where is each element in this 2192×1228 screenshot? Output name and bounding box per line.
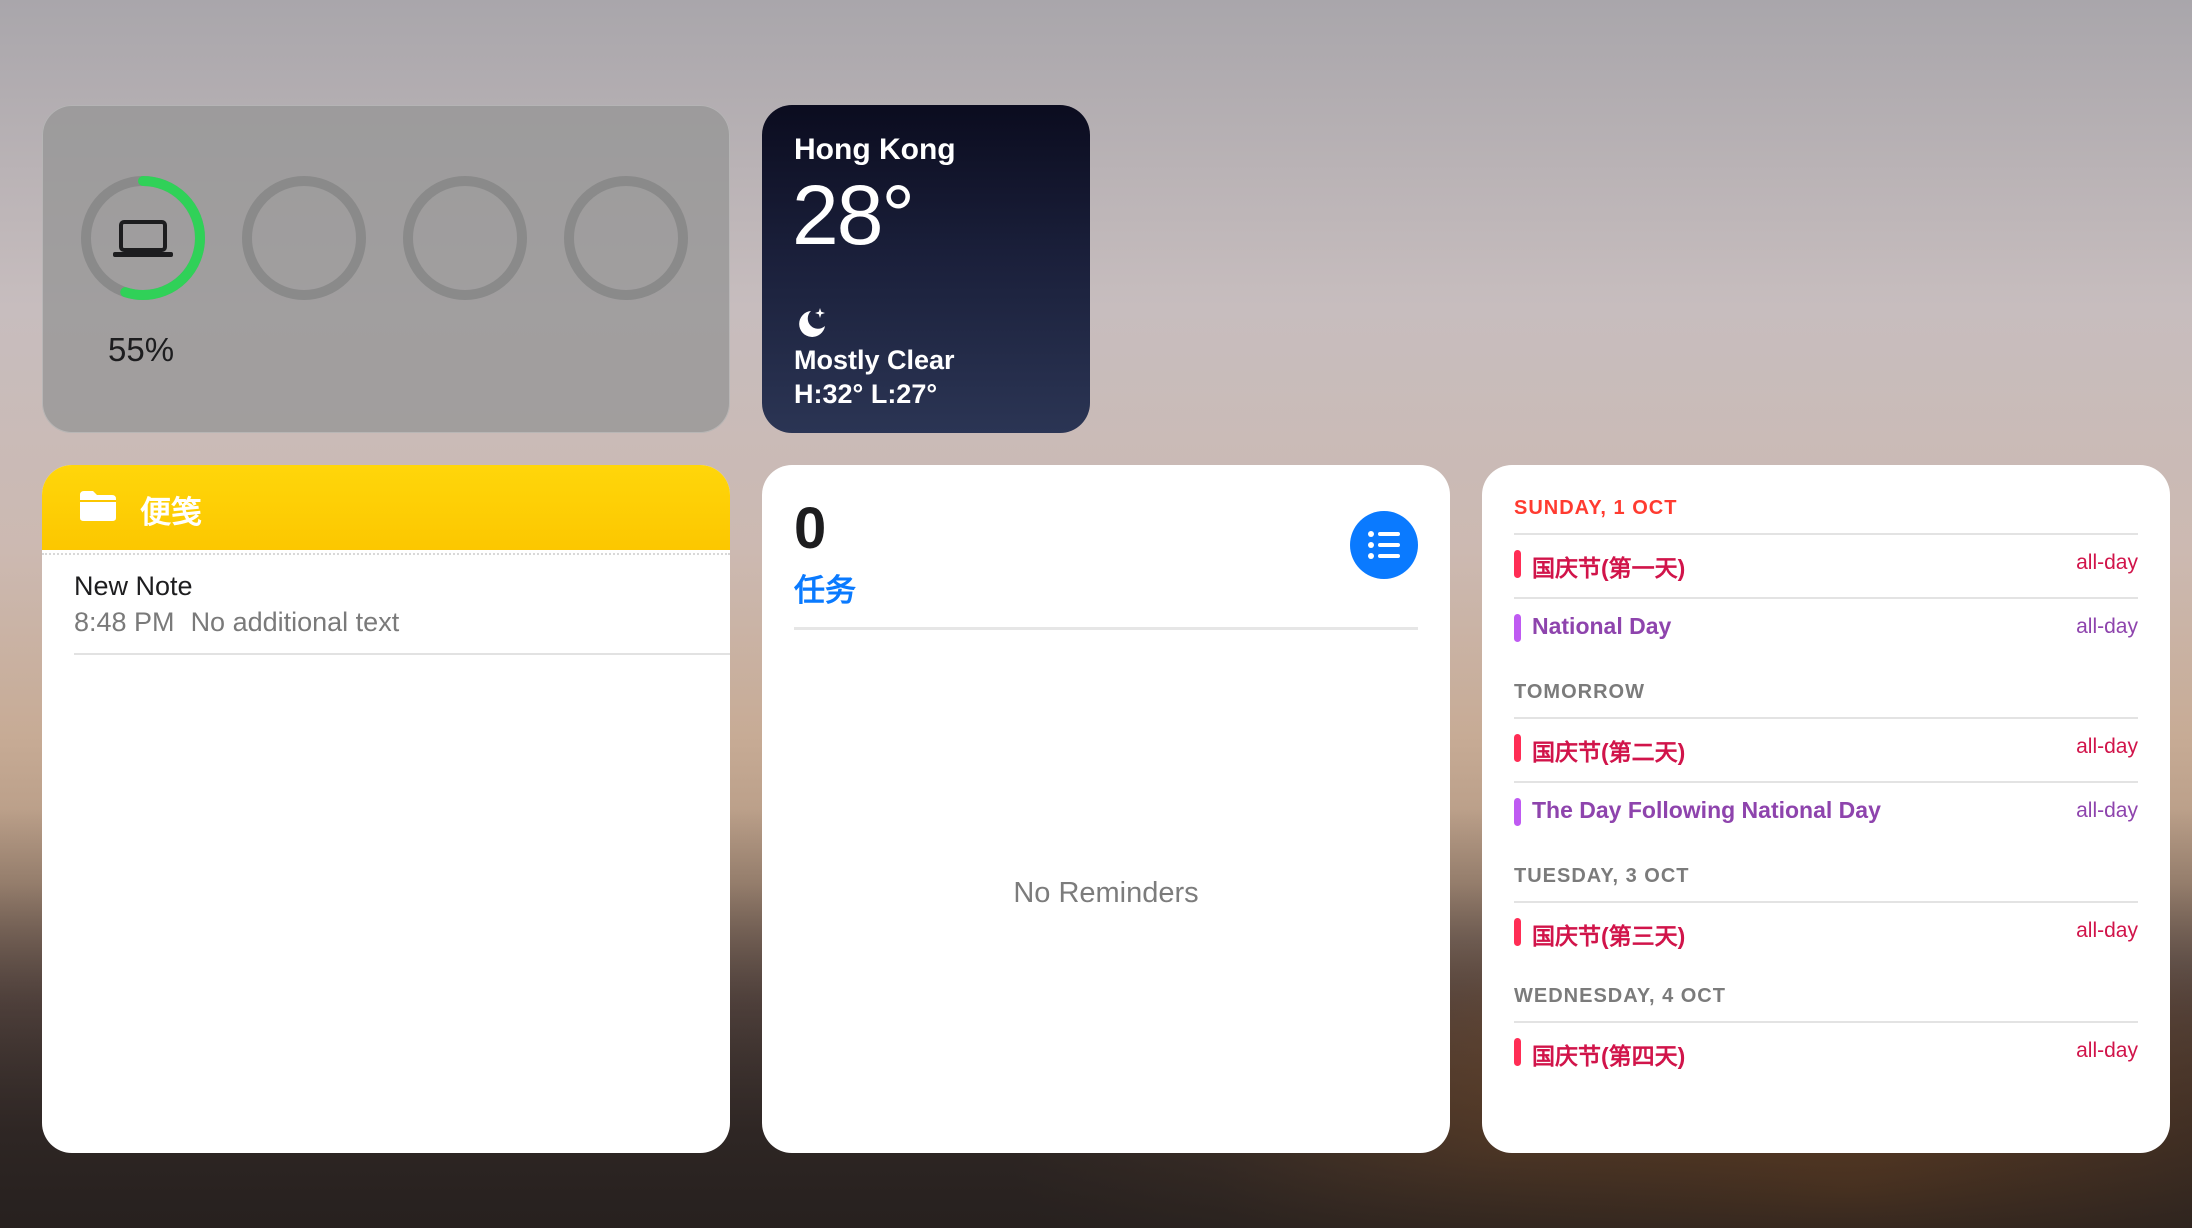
folder-icon bbox=[80, 491, 116, 521]
calendar-color-bar bbox=[1514, 918, 1521, 946]
notes-header[interactable]: 便笺 bbox=[42, 465, 730, 550]
weather-high-low: H:32° L:27° bbox=[794, 379, 938, 409]
calendar-event-title: National Day bbox=[1532, 613, 1672, 639]
calendar-event-title: 国庆节(第一天) bbox=[1532, 555, 1686, 581]
calendar-color-bar bbox=[1514, 1038, 1521, 1066]
note-title: New Note bbox=[74, 571, 193, 601]
calendar-event-title: The Day Following National Day bbox=[1532, 797, 1881, 823]
calendar-widget[interactable]: SUNDAY, 1 OCT 国庆节(第一天) all-day National Day… bbox=[1482, 465, 2170, 1153]
weather-city: Hong Kong bbox=[794, 133, 956, 166]
calendar-event[interactable]: 国庆节(第四天) all-day bbox=[1514, 1035, 2138, 1069]
calendar-color-bar bbox=[1514, 614, 1521, 642]
reminders-list-name: 任务 bbox=[794, 573, 856, 608]
notes-divider bbox=[42, 553, 730, 555]
notes-folder-title: 便笺 bbox=[140, 495, 202, 530]
note-subtitle: 8:48 PM No additional text bbox=[74, 607, 399, 638]
calendar-event[interactable]: National Day all-day bbox=[1514, 611, 2138, 645]
reminders-empty-state: No Reminders bbox=[1013, 877, 1199, 909]
calendar-event-title: 国庆节(第三天) bbox=[1532, 923, 1686, 949]
moon-stars-icon bbox=[799, 308, 825, 337]
reminders-widget[interactable]: 0 任务 No Reminders bbox=[762, 465, 1450, 1153]
weather-widget[interactable]: Hong Kong 28° Mostly Clear H:32° L:27° bbox=[762, 105, 1090, 433]
calendar-separator bbox=[1514, 717, 2138, 719]
reminders-count: 0 bbox=[794, 496, 827, 561]
calendar-event-time: all-day bbox=[2076, 615, 2138, 638]
laptop-icon bbox=[113, 220, 173, 257]
weather-condition: Mostly Clear bbox=[794, 345, 955, 375]
calendar-separator bbox=[1514, 597, 2138, 599]
note-separator bbox=[74, 653, 730, 655]
battery-percentage: 55% bbox=[108, 331, 175, 368]
note-time: 8:48 PM bbox=[74, 607, 175, 637]
calendar-event[interactable]: The Day Following National Day all-day bbox=[1514, 795, 2138, 829]
calendar-event[interactable]: 国庆节(第二天) all-day bbox=[1514, 731, 2138, 765]
batteries-widget[interactable]: 55% bbox=[42, 105, 730, 433]
calendar-event[interactable]: 国庆节(第三天) all-day bbox=[1514, 915, 2138, 949]
calendar-day-heading: SUNDAY, 1 OCT bbox=[1514, 497, 1678, 519]
calendar-event-time: all-day bbox=[2076, 551, 2138, 574]
calendar-event[interactable]: 国庆节(第一天) all-day bbox=[1514, 547, 2138, 581]
calendar-event-time: all-day bbox=[2076, 1039, 2138, 1062]
calendar-separator bbox=[1514, 533, 2138, 535]
battery-ring-empty bbox=[241, 175, 367, 301]
calendar-event-time: all-day bbox=[2076, 799, 2138, 822]
calendar-day-heading: TOMORROW bbox=[1514, 681, 1645, 703]
weather-temperature: 28° bbox=[792, 168, 915, 262]
calendar-separator bbox=[1514, 1021, 2138, 1023]
calendar-event-time: all-day bbox=[2076, 735, 2138, 758]
calendar-color-bar bbox=[1514, 550, 1521, 578]
reminders-divider bbox=[794, 627, 1418, 630]
battery-ring-laptop bbox=[80, 175, 206, 301]
notes-widget[interactable]: 便笺 New Note 8:48 PM No additional text bbox=[42, 465, 730, 1153]
calendar-color-bar bbox=[1514, 798, 1521, 826]
battery-ring-svg bbox=[81, 176, 205, 300]
battery-ring-empty bbox=[563, 175, 689, 301]
calendar-day-heading: TUESDAY, 3 OCT bbox=[1514, 865, 1690, 887]
note-preview: No additional text bbox=[190, 607, 400, 637]
reminders-list-button[interactable] bbox=[1350, 511, 1418, 579]
calendar-day-heading: WEDNESDAY, 4 OCT bbox=[1514, 985, 1726, 1007]
list-icon bbox=[1368, 531, 1400, 559]
calendar-separator bbox=[1514, 901, 2138, 903]
calendar-color-bar bbox=[1514, 734, 1521, 762]
calendar-event-time: all-day bbox=[2076, 919, 2138, 942]
calendar-event-title: 国庆节(第四天) bbox=[1532, 1043, 1686, 1069]
calendar-event-title: 国庆节(第二天) bbox=[1532, 739, 1686, 765]
calendar-separator bbox=[1514, 781, 2138, 783]
battery-ring-empty bbox=[402, 175, 528, 301]
